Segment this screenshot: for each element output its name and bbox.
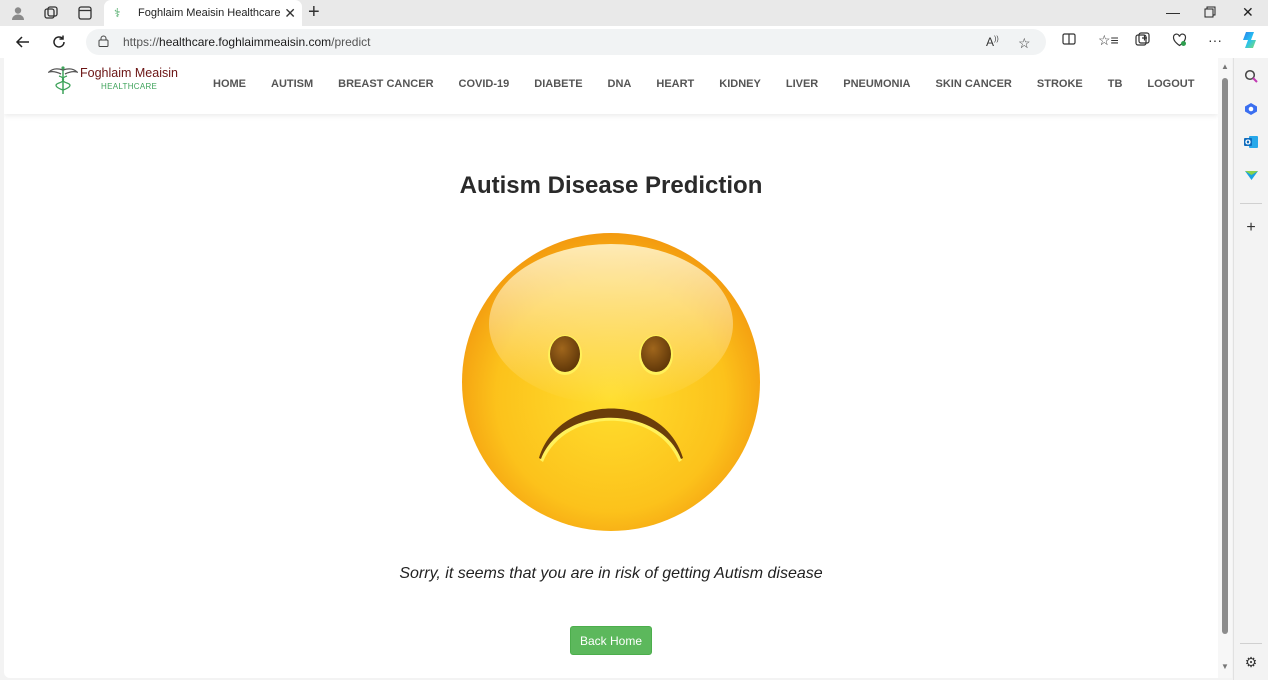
scroll-down-arrow-icon[interactable]: ▼ [1221, 662, 1229, 671]
logo-name: Foghlaim Meaisin [80, 66, 178, 80]
shopping-icon[interactable] [1243, 101, 1259, 117]
nav-autism[interactable]: AUTISM [271, 78, 313, 90]
favorite-star-icon[interactable]: ☆ [1018, 35, 1031, 52]
collections-icon[interactable] [1135, 32, 1150, 50]
restore-icon[interactable] [1204, 3, 1216, 22]
back-arrow-icon[interactable] [13, 32, 33, 52]
page-title: Autism Disease Prediction [459, 172, 763, 199]
nav-covid-19[interactable]: COVID-19 [459, 78, 510, 90]
svg-text:O: O [1245, 139, 1251, 147]
profile-icon[interactable] [9, 4, 27, 22]
refresh-icon[interactable] [49, 32, 69, 52]
split-screen-icon[interactable] [1062, 32, 1076, 49]
read-aloud-icon[interactable]: A)) [986, 35, 999, 49]
page-viewport: Foghlaim Meaisin HEALTHCARE HOME AUTISM … [4, 58, 1218, 678]
nav-pneumonia[interactable]: PNEUMONIA [843, 78, 910, 90]
copilot-icon[interactable] [1241, 30, 1261, 53]
tab-actions-icon[interactable] [76, 4, 94, 22]
close-tab-icon[interactable]: ✕ [284, 5, 296, 21]
caduceus-icon: ⚕ [114, 6, 121, 20]
url-path: /predict [331, 35, 371, 49]
caduceus-logo-icon [48, 66, 78, 94]
new-tab-icon[interactable]: + [308, 2, 320, 22]
sidebar-divider [1240, 643, 1262, 644]
site-header: Foghlaim Meaisin HEALTHCARE HOME AUTISM … [4, 58, 1218, 114]
scroll-up-arrow-icon[interactable]: ▲ [1221, 62, 1229, 71]
sidebar-settings-gear-icon[interactable]: ⚙ [1243, 654, 1259, 670]
sad-face-icon [462, 233, 760, 531]
lock-icon[interactable] [98, 35, 109, 47]
browser-tab-active[interactable]: ⚕ Foghlaim Meaisin Healthcare ✕ [104, 0, 302, 26]
url-text[interactable]: https://healthcare.foghlaimmeaisin.com/p… [123, 35, 370, 49]
nav-kidney[interactable]: KIDNEY [719, 78, 761, 90]
drop-icon[interactable] [1243, 167, 1259, 183]
add-sidebar-app-icon[interactable]: + [1243, 219, 1259, 236]
main-nav: HOME AUTISM BREAST CANCER COVID-19 DIABE… [213, 78, 1218, 90]
nav-stroke[interactable]: STROKE [1037, 78, 1083, 90]
nav-logout[interactable]: LOGOUT [1147, 78, 1194, 90]
outlook-icon[interactable]: O [1243, 134, 1259, 150]
url-host: healthcare.foghlaimmeaisin.com [159, 35, 332, 49]
nav-heart[interactable]: HEART [656, 78, 694, 90]
scrollbar-thumb[interactable] [1222, 78, 1228, 634]
minimize-icon[interactable]: — [1166, 3, 1180, 21]
browser-toolbar: https://healthcare.foghlaimmeaisin.com/p… [0, 26, 1268, 58]
sidebar-divider [1240, 203, 1262, 204]
browser-essentials-icon[interactable] [1172, 32, 1187, 50]
back-home-button[interactable]: Back Home [570, 626, 652, 655]
nav-breast-cancer[interactable]: BREAST CANCER [338, 78, 433, 90]
logo-subtitle: HEALTHCARE [101, 82, 158, 91]
address-bar[interactable]: https://healthcare.foghlaimmeaisin.com/p… [86, 29, 1046, 55]
favorites-icon[interactable]: ☆≡ [1098, 32, 1119, 49]
tab-title: Foghlaim Meaisin Healthcare [138, 7, 281, 19]
page-scrollbar[interactable]: ▲ ▼ [1218, 58, 1232, 678]
close-window-icon[interactable]: ✕ [1242, 3, 1254, 21]
result-message: Sorry, it seems that you are in risk of … [399, 565, 823, 582]
search-icon[interactable] [1243, 68, 1259, 84]
more-options-icon[interactable]: ··· [1208, 32, 1222, 48]
site-logo[interactable]: Foghlaim Meaisin HEALTHCARE [46, 65, 186, 95]
edge-sidebar: O + ⚙ [1233, 58, 1268, 680]
nav-tb[interactable]: TB [1108, 78, 1123, 90]
workspaces-icon[interactable] [42, 4, 60, 22]
nav-diabete[interactable]: DIABETE [534, 78, 582, 90]
browser-tab-bar: ⚕ Foghlaim Meaisin Healthcare ✕ + — ✕ [0, 0, 1268, 26]
nav-liver[interactable]: LIVER [786, 78, 818, 90]
nav-dna[interactable]: DNA [608, 78, 632, 90]
nav-home[interactable]: HOME [213, 78, 246, 90]
nav-skin-cancer[interactable]: SKIN CANCER [935, 78, 1011, 90]
url-scheme: https:// [123, 35, 160, 49]
